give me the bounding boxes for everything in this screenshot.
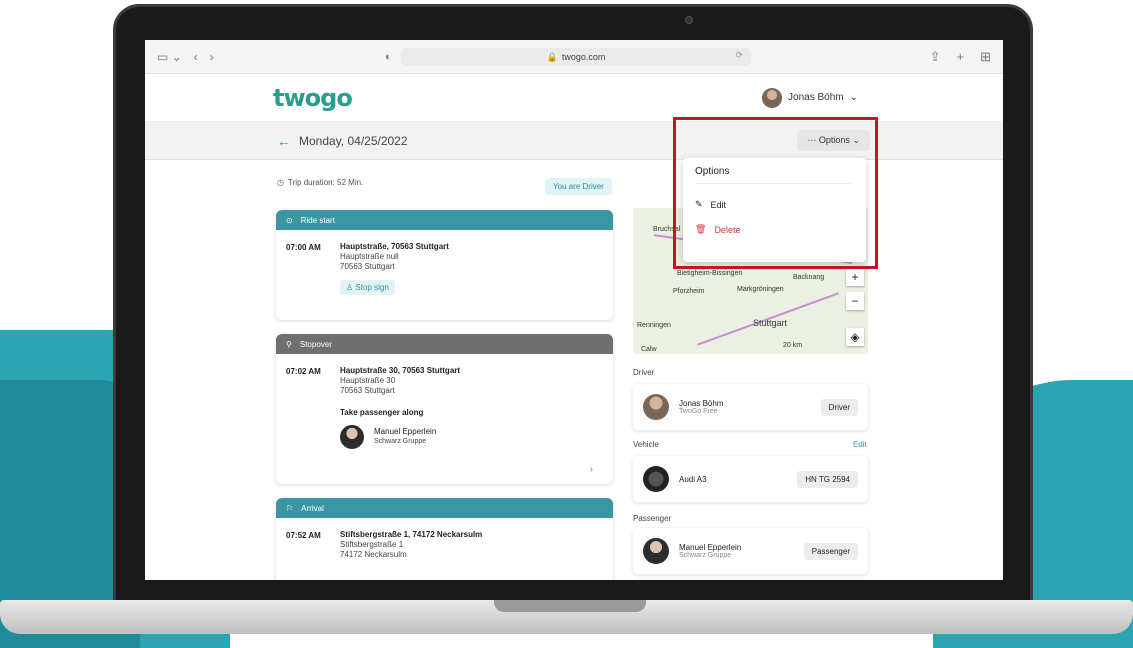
map-city: Renningen <box>637 322 671 329</box>
map-city: Bietigheim-Bissingen <box>677 270 743 277</box>
vehicle-name: Audi A3 <box>679 474 707 484</box>
vehicle-edit-link[interactable]: Edit <box>853 440 867 449</box>
avatar <box>762 87 783 108</box>
map-scale: 20 km <box>783 342 803 349</box>
driver-card: Jonas Böhm TwoGo Free Driver <box>633 384 868 430</box>
car-image <box>643 466 669 492</box>
address-bar[interactable]: 🔒 twogo.com ⟳ <box>401 48 751 66</box>
zoom-in-button[interactable]: + <box>846 268 864 286</box>
back-arrow-icon[interactable]: ← <box>277 133 291 149</box>
clock-icon: ◷ <box>277 178 284 187</box>
arrival-header: ⚐ Arrival <box>276 498 613 518</box>
location-pin-icon: ⊙ <box>286 215 293 225</box>
stopover-address-line2: 70563 Stuttgart <box>340 386 395 395</box>
camera <box>685 16 693 24</box>
map-city: Markgröningen <box>737 286 784 293</box>
passenger-card-company: Schwarz Gruppe <box>679 552 732 559</box>
twogo-logo[interactable]: twogo <box>273 84 353 112</box>
stopover-time: 07:02 AM <box>286 367 321 376</box>
map-city: Pforzheim <box>673 288 705 295</box>
ride-start-header: ⊙ Ride start <box>276 210 613 230</box>
ride-start-time: 07:00 AM <box>286 243 321 252</box>
laptop-notch <box>494 600 646 612</box>
passenger-tag: Passenger <box>803 542 858 560</box>
stopover-header: ⚲ Stopover <box>276 334 613 354</box>
avatar <box>340 425 364 449</box>
trip-date: Monday, 04/25/2022 <box>299 133 408 148</box>
ride-start-address-line1: Hauptstraße null <box>340 252 399 261</box>
stopover-passenger[interactable]: Manuel Epperlein Schwarz Gruppe <box>340 425 460 449</box>
driver-plan: TwoGo Free <box>679 408 718 415</box>
privacy-shield-icon[interactable]: ◐ <box>385 51 392 63</box>
vehicle-plate: HN TG 2594 <box>797 470 858 488</box>
avatar <box>643 394 669 420</box>
role-badge: You are Driver <box>545 178 612 195</box>
arrival-time: 07:52 AM <box>286 531 321 540</box>
map-city: Stuttgart <box>753 318 788 328</box>
app-header: twogo Jonas Böhm ⌄ <box>145 74 1003 122</box>
driver-section-label: Driver <box>633 368 655 377</box>
translate-reload-icon[interactable]: ⟳ <box>735 50 743 61</box>
stopover-address-title: Hauptstraße 30, 70563 Stuttgart <box>340 366 461 375</box>
passenger-company: Schwarz Gruppe <box>374 438 427 445</box>
passenger-card: Manuel Epperlein Schwarz Gruppe Passenge… <box>633 528 868 574</box>
passenger-card-name: Manuel Epperlein <box>679 543 742 552</box>
ride-start-address-title: Hauptstraße, 70563 Stuttgart <box>340 242 449 251</box>
person-pin-icon: ♙ <box>346 283 356 292</box>
stopover-icon: ⚲ <box>286 339 292 349</box>
url-text: twogo.com <box>561 52 606 62</box>
passenger-name: Manuel Epperlein <box>374 427 437 436</box>
user-menu[interactable]: Jonas Böhm ⌄ <box>762 87 858 108</box>
stopover-header-label: Stopover <box>299 339 332 349</box>
vehicle-card: Audi A3 HN TG 2594 <box>633 456 868 502</box>
back-icon[interactable]: ‹ <box>194 50 198 64</box>
map-city: Backnang <box>793 274 825 281</box>
driver-tag: Driver <box>820 398 858 416</box>
stopover-card: ⚲ Stopover 07:02 AM Hauptstraße 30, 7056… <box>276 334 613 484</box>
avatar <box>643 538 669 564</box>
stopover-address-line1: Hauptstraße 30 <box>340 376 396 385</box>
chevron-down-icon: ⌄ <box>849 92 858 103</box>
new-tab-icon[interactable]: + <box>957 49 965 65</box>
flag-icon: ⚐ <box>286 503 294 513</box>
passenger-section-label: Passenger <box>633 514 672 523</box>
tabs-grid-icon[interactable]: ⊞ <box>980 49 991 65</box>
arrival-card: ⚐ Arrival 07:52 AM Stiftsbergstraße 1, 7… <box>276 498 613 580</box>
trip-duration: ◷ Trip duration: 52 Min. <box>277 178 363 187</box>
arrival-address-title: Stiftsbergstraße 1, 74172 Neckarsulm <box>340 530 483 539</box>
stop-sign-chip[interactable]: ♙ Stop sign <box>340 280 395 295</box>
ride-start-address-line2: 70563 Stuttgart <box>340 262 395 271</box>
browser-toolbar: ▭ ⌄ ‹ › ◐ 🔒 twogo.com ⟳ ⇪ + ⊞ <box>145 40 1003 74</box>
ride-start-card: ⊙ Ride start 07:00 AM Hauptstraße, 70563… <box>276 210 613 320</box>
ride-start-header-label: Ride start <box>300 215 335 225</box>
driver-name: Jonas Böhm <box>679 399 724 408</box>
trip-duration-text: Trip duration: 52 Min. <box>287 178 364 187</box>
highlight-box <box>673 117 878 269</box>
chevron-right-icon[interactable]: › <box>590 464 593 475</box>
layers-icon[interactable]: ◈ <box>846 328 864 346</box>
vehicle-section-label: Vehicle <box>633 440 659 449</box>
arrival-address-line1: Stiftsbergstraße 1 <box>340 540 404 549</box>
arrival-address-line2: 74172 Neckarsulm <box>340 550 407 559</box>
stopover-note: Take passenger along <box>340 408 424 417</box>
share-icon[interactable]: ⇪ <box>930 49 941 65</box>
stop-sign-chip-label: Stop sign <box>355 283 389 292</box>
lock-icon: 🔒 <box>546 51 558 62</box>
arrival-header-label: Arrival <box>301 503 324 513</box>
user-name: Jonas Böhm <box>788 92 844 103</box>
map-city: Calw <box>641 346 657 353</box>
zoom-out-button[interactable]: − <box>846 292 864 310</box>
sidebar-toggle-icon[interactable]: ▭ ⌄ <box>157 50 182 64</box>
forward-icon[interactable]: › <box>210 50 214 64</box>
